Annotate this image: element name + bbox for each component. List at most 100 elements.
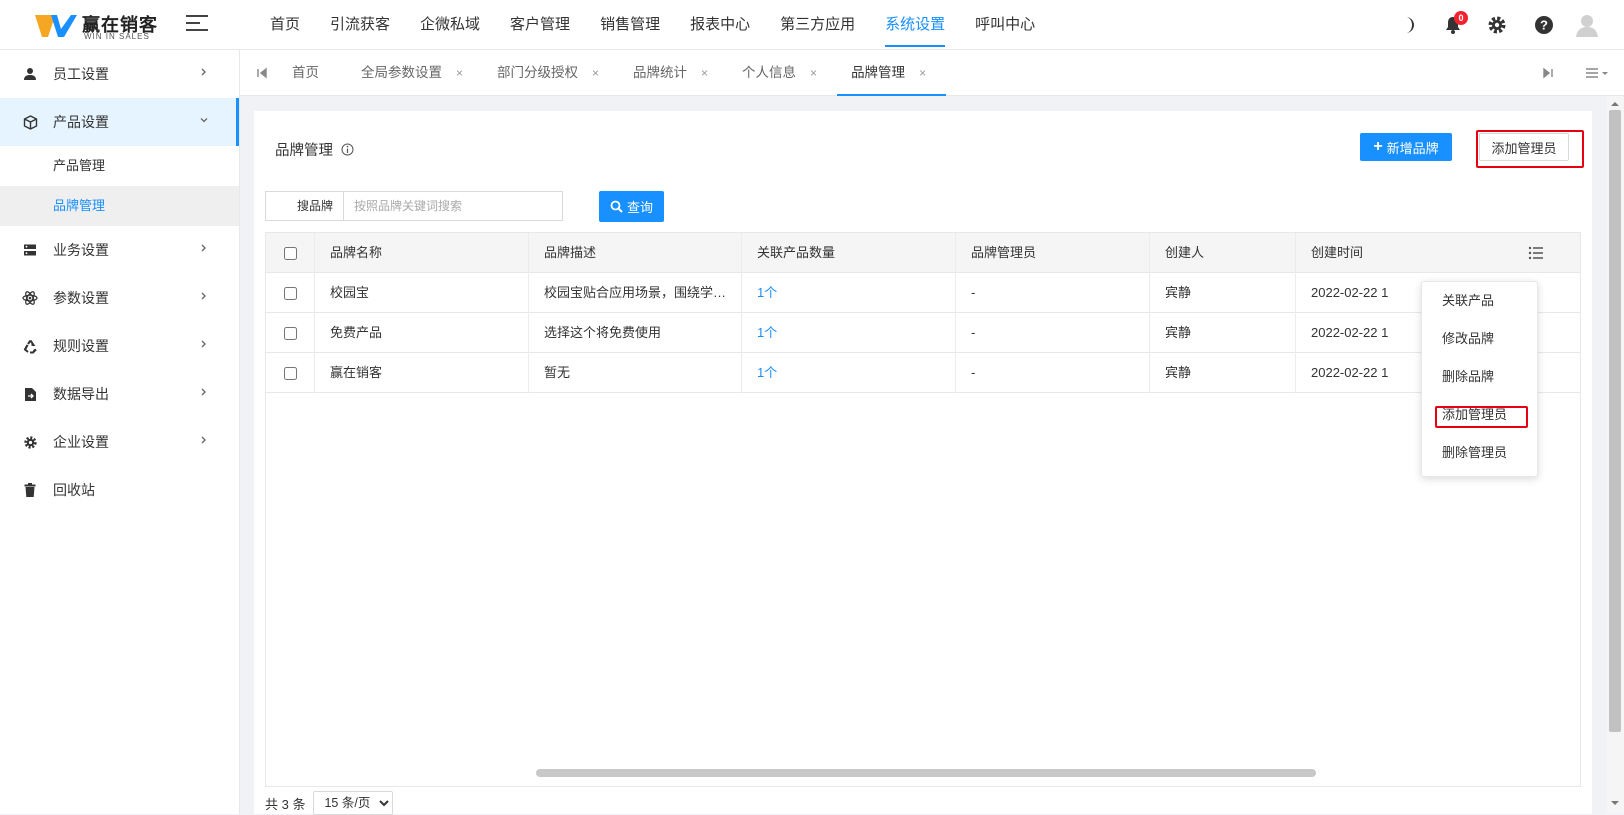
cell-brand-admin: - xyxy=(956,313,1150,353)
add-brand-button[interactable]: + 新增品牌 xyxy=(1360,133,1452,161)
topnav-item-reports[interactable]: 报表中心 xyxy=(675,0,765,50)
sidebar-item-parameter-settings[interactable]: 参数设置 xyxy=(0,274,239,322)
select-all-cell xyxy=(266,233,315,273)
product-count-link[interactable]: 1个 xyxy=(757,285,777,300)
search-input[interactable] xyxy=(343,191,563,221)
top-bar: 赢在销客 WIN IN SALES 首页 引流获客 企微私域 客户管理 销售管理… xyxy=(0,0,1624,50)
tab-global-params[interactable]: 全局参数设置 × xyxy=(347,50,483,96)
column-settings-icon[interactable] xyxy=(1528,245,1544,261)
add-brand-label: 新增品牌 xyxy=(1386,140,1439,156)
chevron-right-icon xyxy=(201,292,206,300)
column-header-product-count[interactable]: 关联产品数量 xyxy=(742,233,956,273)
tab-personal-info[interactable]: 个人信息 × xyxy=(728,50,837,96)
cell-creator: 宾静 xyxy=(1150,313,1296,353)
horizontal-scrollbar[interactable] xyxy=(536,769,1316,777)
row-checkbox[interactable] xyxy=(283,286,297,300)
tabs-scroll-left-icon[interactable] xyxy=(252,63,272,83)
query-button[interactable]: 查询 xyxy=(599,191,664,222)
total-count: 共 3 条 xyxy=(265,796,306,812)
topnav-item-call-center[interactable]: 呼叫中心 xyxy=(960,0,1050,50)
close-icon[interactable]: × xyxy=(456,50,463,96)
topnav-item-acquisition[interactable]: 引流获客 xyxy=(315,0,405,50)
cell-brand-admin: - xyxy=(956,273,1150,313)
topnav-item-wecom[interactable]: 企微私域 xyxy=(405,0,495,50)
row-checkbox[interactable] xyxy=(283,326,297,340)
select-all-checkbox[interactable] xyxy=(283,246,297,260)
sidebar-subitem-brand-management[interactable]: 品牌管理 xyxy=(0,186,239,226)
trash-icon xyxy=(22,482,38,498)
column-header-creator[interactable]: 创建人 xyxy=(1150,233,1296,273)
tabs-scroll-right-icon[interactable] xyxy=(1538,63,1558,83)
menu-item-delete-brand[interactable]: 删除品牌 xyxy=(1422,361,1537,393)
chevron-down-icon xyxy=(200,118,208,123)
table-row[interactable]: 校园宝 校园宝贴合应用场景，围绕学校… 1个 - 宾静 2022-02-22 1 xyxy=(266,273,1580,313)
scroll-up-arrow-icon[interactable] xyxy=(1609,99,1621,109)
cell-product-count: 1个 xyxy=(742,353,956,393)
sidebar-item-label: 数据导出 xyxy=(53,386,109,402)
close-icon[interactable]: × xyxy=(592,50,599,96)
column-header-admin[interactable]: 品牌管理员 xyxy=(956,233,1150,273)
close-icon[interactable]: × xyxy=(919,50,926,96)
notification-bell[interactable]: 0 xyxy=(1442,11,1468,36)
product-count-link[interactable]: 1个 xyxy=(757,325,777,340)
info-icon[interactable] xyxy=(341,143,354,156)
sidebar-item-data-export[interactable]: 数据导出 xyxy=(0,370,239,418)
sidebar-item-rule-settings[interactable]: 规则设置 xyxy=(0,322,239,370)
page-title: 品牌管理 xyxy=(275,139,354,160)
vertical-scrollbar-thumb[interactable] xyxy=(1609,110,1621,732)
tabs-menu-icon[interactable] xyxy=(1584,63,1612,83)
row-select-cell xyxy=(266,273,315,313)
query-label: 查询 xyxy=(626,200,653,215)
topnav-item-sales[interactable]: 销售管理 xyxy=(585,0,675,50)
sidebar-item-enterprise-settings[interactable]: 企业设置 xyxy=(0,418,239,466)
user-icon xyxy=(22,66,38,82)
help-icon[interactable]: ? xyxy=(1533,14,1555,36)
gear-icon[interactable] xyxy=(1486,14,1508,36)
close-icon[interactable]: × xyxy=(810,50,817,96)
chevron-right-icon xyxy=(201,244,206,252)
cell-brand-name: 校园宝 xyxy=(315,273,529,313)
row-checkbox[interactable] xyxy=(283,366,297,380)
tab-department-auth[interactable]: 部门分级授权 × xyxy=(483,50,619,96)
scroll-down-arrow-icon[interactable] xyxy=(1609,798,1621,808)
user-avatar-icon[interactable] xyxy=(1574,12,1600,38)
menu-toggle-icon[interactable] xyxy=(186,15,208,35)
add-admin-button[interactable]: 添加管理员 xyxy=(1479,133,1569,161)
page-title-text: 品牌管理 xyxy=(275,143,333,159)
close-icon[interactable]: × xyxy=(701,50,708,96)
sidebar-item-business-settings[interactable]: 业务设置 xyxy=(0,226,239,274)
plus-icon: + xyxy=(1373,138,1383,155)
tab-brand-stats[interactable]: 品牌统计 × xyxy=(619,50,728,96)
chevron-right-icon xyxy=(201,68,206,76)
cube-icon xyxy=(22,114,38,130)
topnav-item-customers[interactable]: 客户管理 xyxy=(495,0,585,50)
topnav-item-third-party[interactable]: 第三方应用 xyxy=(765,0,870,50)
moon-icon[interactable] xyxy=(1395,14,1417,36)
topnav-item-home[interactable]: 首页 xyxy=(255,0,315,50)
tab-home[interactable]: 首页 xyxy=(278,50,347,96)
product-count-link[interactable]: 1个 xyxy=(757,365,777,380)
menu-item-link-products[interactable]: 关联产品 xyxy=(1422,285,1537,317)
topnav-item-system-settings[interactable]: 系统设置 xyxy=(870,0,960,50)
table-row[interactable]: 免费产品 选择这个将免费使用 1个 - 宾静 2022-02-22 1 xyxy=(266,313,1580,353)
sidebar-item-recycle-bin[interactable]: 回收站 xyxy=(0,466,239,514)
table-row[interactable]: 赢在销客 暂无 1个 - 宾静 2022-02-22 1 xyxy=(266,353,1580,393)
sidebar-subitem-product-management[interactable]: 产品管理 xyxy=(0,146,239,186)
search-label: 搜品牌 xyxy=(265,191,343,221)
page-size-select[interactable]: 15 条/页 xyxy=(313,791,394,815)
menu-item-remove-admin[interactable]: 删除管理员 xyxy=(1422,437,1537,469)
menu-item-add-admin[interactable]: 添加管理员 xyxy=(1422,399,1537,431)
menu-item-edit-brand[interactable]: 修改品牌 xyxy=(1422,323,1537,355)
column-header-description[interactable]: 品牌描述 xyxy=(529,233,742,273)
sidebar-item-staff-settings[interactable]: 员工设置 xyxy=(0,50,239,98)
logo[interactable]: 赢在销客 WIN IN SALES xyxy=(34,10,164,42)
brand-table: 品牌名称 品牌描述 关联产品数量 品牌管理员 创建人 创建时间 校园宝 校园宝贴… xyxy=(265,232,1581,787)
cell-creator: 宾静 xyxy=(1150,273,1296,313)
tabs-bar: 首页 全局参数设置 × 部门分级授权 × 品牌统计 × 个人信息 × 品牌管理 × xyxy=(240,50,1624,96)
cell-brand-name: 免费产品 xyxy=(315,313,529,353)
row-select-cell xyxy=(266,353,315,393)
sidebar-item-product-settings[interactable]: 产品设置 xyxy=(0,98,239,146)
column-header-name[interactable]: 品牌名称 xyxy=(315,233,529,273)
notification-badge: 0 xyxy=(1454,11,1468,25)
tab-brand-management[interactable]: 品牌管理 × xyxy=(837,50,947,96)
